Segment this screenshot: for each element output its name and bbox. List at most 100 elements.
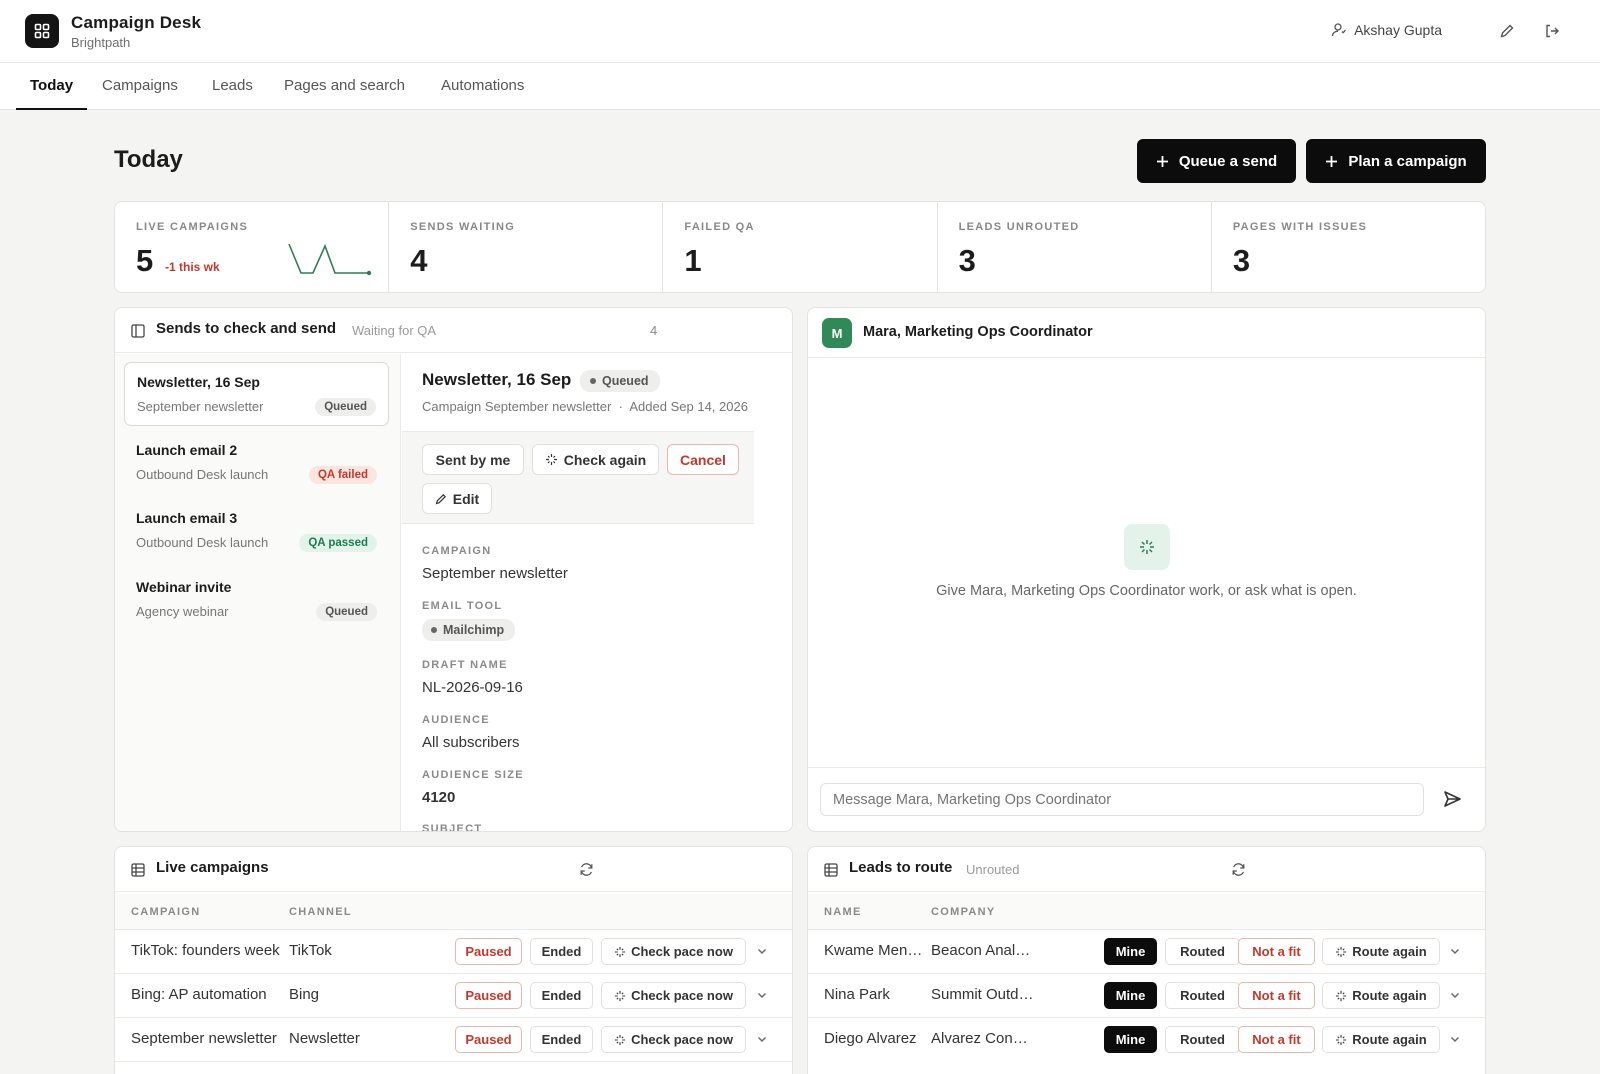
send-icon[interactable] (1442, 789, 1462, 809)
ended-button[interactable]: Ended (530, 1026, 593, 1053)
send-item[interactable]: Launch email 3 Outbound Desk launch QA p… (124, 499, 389, 563)
sends-subtitle: Waiting for QA (352, 323, 437, 338)
lead-name: Diego Alvarez (824, 1030, 917, 1047)
live-campaigns-panel: Live campaigns CAMPAIGN CHANNEL TikTok: … (114, 846, 793, 1074)
send-item-sub: Outbound Desk launch (136, 467, 269, 482)
plan-campaign-label: Plan a campaign (1348, 152, 1467, 170)
grid-icon[interactable] (25, 14, 59, 48)
chevron-down-icon[interactable] (1449, 1033, 1461, 1045)
stat-failed-qa[interactable]: FAILED QA 1 (663, 202, 938, 292)
edit-button[interactable]: Edit (422, 483, 492, 514)
check-pace-button[interactable]: Check pace now (601, 938, 746, 965)
status-badge: Queued (315, 398, 376, 416)
chevron-down-icon[interactable] (756, 945, 768, 957)
send-item[interactable]: Launch email 2 Outbound Desk launch QA f… (124, 431, 389, 495)
routed-button[interactable]: Routed (1165, 982, 1240, 1009)
mine-button[interactable]: Mine (1104, 1026, 1157, 1053)
field-label-audience: AUDIENCE (422, 714, 490, 726)
table-row[interactable]: Nina Park Summit Outdoors Mine Routed No… (808, 973, 1485, 1017)
chevron-down-icon[interactable] (756, 989, 768, 1001)
table-row[interactable]: September newsletter Newsletter Paused E… (115, 1017, 792, 1061)
paused-button[interactable]: Paused (455, 1026, 522, 1053)
pencil-icon (435, 493, 447, 505)
field-value-audience-size: 4120 (422, 789, 456, 806)
chevron-down-icon[interactable] (1449, 989, 1461, 1001)
table-header: NAME COMPANY (808, 893, 1485, 929)
logout-icon[interactable] (1541, 20, 1563, 42)
campaign-name: Bing: AP automation (131, 986, 267, 1003)
route-again-button[interactable]: Route again (1322, 938, 1440, 965)
sparkle-icon (1335, 990, 1347, 1002)
campaign-channel: Newsletter (289, 1030, 360, 1047)
send-item[interactable]: Webinar invite Agency webinar Queued (124, 568, 389, 632)
table-row[interactable]: Diego Alvarez Alvarez Consulting Mine Ro… (808, 1017, 1485, 1061)
send-item[interactable]: Newsletter, 16 Sep September newsletter … (124, 362, 389, 426)
tab-campaigns[interactable]: Campaigns (102, 63, 178, 110)
routed-button[interactable]: Routed (1165, 938, 1240, 965)
paused-button[interactable]: Paused (455, 982, 522, 1009)
user-menu[interactable]: Akshay Gupta (1331, 22, 1442, 38)
mine-button[interactable]: Mine (1104, 938, 1157, 965)
tab-leads[interactable]: Leads (212, 63, 253, 110)
mine-button[interactable]: Mine (1104, 982, 1157, 1009)
send-item-title: Webinar invite (136, 579, 232, 595)
assistant-empty-text: Give Mara, Marketing Ops Coordinator wor… (936, 583, 1357, 599)
pencil-icon[interactable] (1496, 20, 1518, 42)
sends-panel-header: Sends to check and send Waiting for QA 4 (115, 308, 792, 353)
not-a-fit-button[interactable]: Not a fit (1238, 1026, 1315, 1053)
table-row[interactable]: TikTok: founders week TikTok Paused Ende… (115, 929, 792, 973)
ended-button[interactable]: Ended (530, 982, 593, 1009)
paused-button[interactable]: Paused (455, 938, 522, 965)
send-item-title: Newsletter, 16 Sep (137, 374, 260, 390)
stat-live-campaigns[interactable]: LIVE CAMPAIGNS 5 -1 this wk (115, 202, 390, 292)
assistant-message-input[interactable] (820, 783, 1424, 816)
check-again-label: Check again (563, 451, 647, 468)
stat-leads-unrouted[interactable]: LEADS UNROUTED 3 (938, 202, 1212, 292)
chevron-down-icon[interactable] (1449, 945, 1461, 957)
sends-count: 4 (650, 323, 658, 338)
refresh-icon[interactable] (579, 862, 594, 877)
user-name: Akshay Gupta (1354, 22, 1442, 38)
check-pace-button[interactable]: Check pace now (601, 1026, 746, 1053)
tab-automations[interactable]: Automations (441, 63, 524, 110)
table-row (115, 1061, 792, 1074)
stat-value: 5 (136, 243, 154, 278)
sparkle-icon (1335, 1034, 1347, 1046)
stat-sends-waiting[interactable]: SENDS WAITING 4 (389, 202, 664, 292)
check-pace-button[interactable]: Check pace now (601, 982, 746, 1009)
detail-meta: Campaign September newsletter · Added Se… (422, 399, 748, 414)
leads-header: Leads to route Unrouted (808, 847, 1485, 892)
routed-button[interactable]: Routed (1165, 1026, 1240, 1053)
detail-status-badge: Queued (580, 370, 660, 392)
stat-label: PAGES WITH ISSUES (1232, 221, 1368, 233)
table-icon (131, 863, 145, 877)
stat-pages-with-issues[interactable]: PAGES WITH ISSUES 3 (1212, 202, 1485, 292)
status-badge: QA passed (299, 534, 377, 552)
plan-campaign-button[interactable]: Plan a campaign (1306, 139, 1486, 183)
cancel-button[interactable]: Cancel (667, 444, 739, 475)
nav-bar: Today Campaigns Leads Pages and search A… (0, 63, 1600, 110)
campaign-channel: TikTok (289, 942, 332, 959)
column-name: NAME (824, 906, 862, 918)
chevron-down-icon[interactable] (756, 1033, 768, 1045)
check-again-button[interactable]: Check again (532, 444, 659, 475)
top-bar: Campaign Desk Brightpath Akshay Gupta (0, 0, 1600, 63)
sent-by-me-button[interactable]: Sent by me (422, 444, 524, 475)
tab-pages-and-search[interactable]: Pages and search (284, 63, 405, 110)
table-row[interactable]: Bing: AP automation Bing Paused Ended Ch… (115, 973, 792, 1017)
check-pace-label: Check pace now (631, 988, 733, 1003)
queue-send-button[interactable]: Queue a send (1137, 139, 1296, 183)
ended-button[interactable]: Ended (530, 938, 593, 965)
sparkle-icon (545, 453, 558, 466)
not-a-fit-button[interactable]: Not a fit (1238, 982, 1315, 1009)
not-a-fit-button[interactable]: Not a fit (1238, 938, 1315, 965)
table-row[interactable]: Kwame Mensah Beacon Analytics Mine Route… (808, 929, 1485, 973)
route-again-button[interactable]: Route again (1322, 982, 1440, 1009)
stat-value: 3 (1232, 243, 1251, 278)
field-label-draft-name: DRAFT NAME (422, 659, 508, 671)
refresh-icon[interactable] (1231, 862, 1246, 877)
tab-today[interactable]: Today (16, 63, 88, 110)
plus-icon (1325, 155, 1338, 168)
route-again-button[interactable]: Route again (1322, 1026, 1440, 1053)
lead-company: Summit Outdoors (931, 986, 1035, 1003)
